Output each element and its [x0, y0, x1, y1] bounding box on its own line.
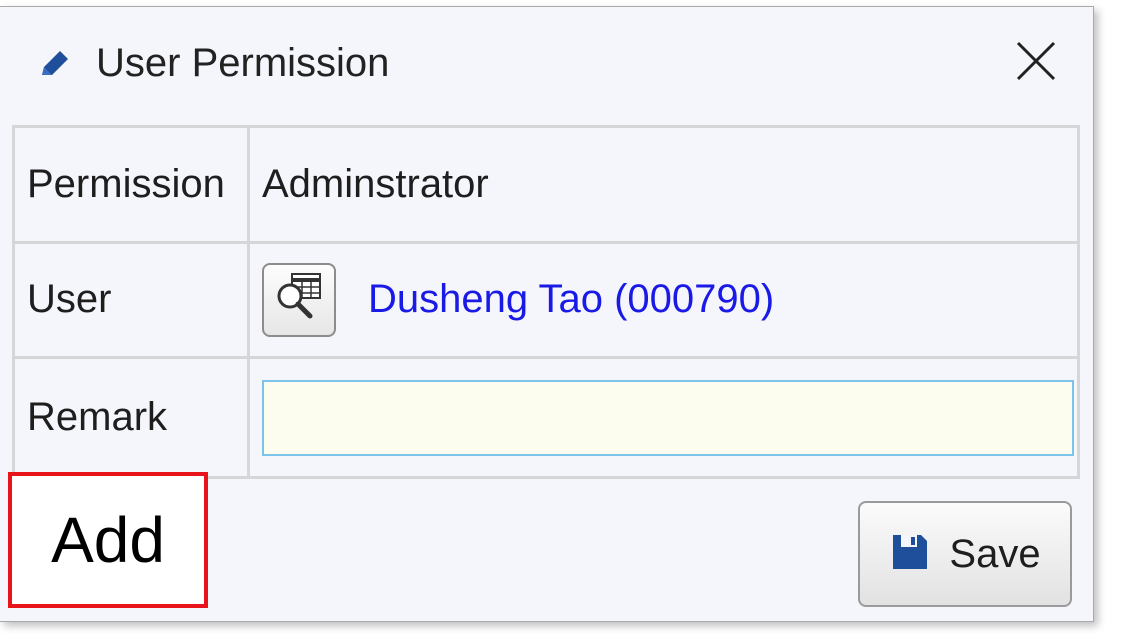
dialog-titlebar: User Permission: [0, 7, 1093, 119]
pencil-icon: [36, 45, 74, 83]
table-search-icon: [272, 268, 326, 332]
form-row-user: User Dusheng Tao (000790): [12, 240, 1080, 360]
remark-cell: [247, 356, 1080, 479]
permission-value: Adminstrator: [247, 125, 1080, 244]
save-label: Save: [949, 531, 1041, 576]
remark-label: Remark: [12, 356, 250, 479]
selected-user-link[interactable]: Dusheng Tao (000790): [368, 277, 774, 322]
user-cell: Dusheng Tao (000790): [247, 240, 1080, 360]
add-annotation-label: Add: [51, 504, 165, 576]
save-button[interactable]: Save: [858, 501, 1072, 607]
add-annotation-box: Add: [8, 472, 208, 608]
close-icon[interactable]: [1010, 35, 1062, 87]
floppy-disk-icon: [889, 531, 949, 578]
user-lookup-button[interactable]: [262, 262, 336, 337]
form-row-permission: Permission Adminstrator: [12, 125, 1080, 244]
dialog-title: User Permission: [96, 41, 390, 85]
remark-input[interactable]: [262, 379, 1074, 456]
permission-form: Permission Adminstrator User Dusheng Tao…: [12, 125, 1080, 479]
user-label: User: [12, 240, 250, 360]
form-row-remark: Remark: [12, 356, 1080, 479]
permission-label: Permission: [12, 125, 250, 244]
